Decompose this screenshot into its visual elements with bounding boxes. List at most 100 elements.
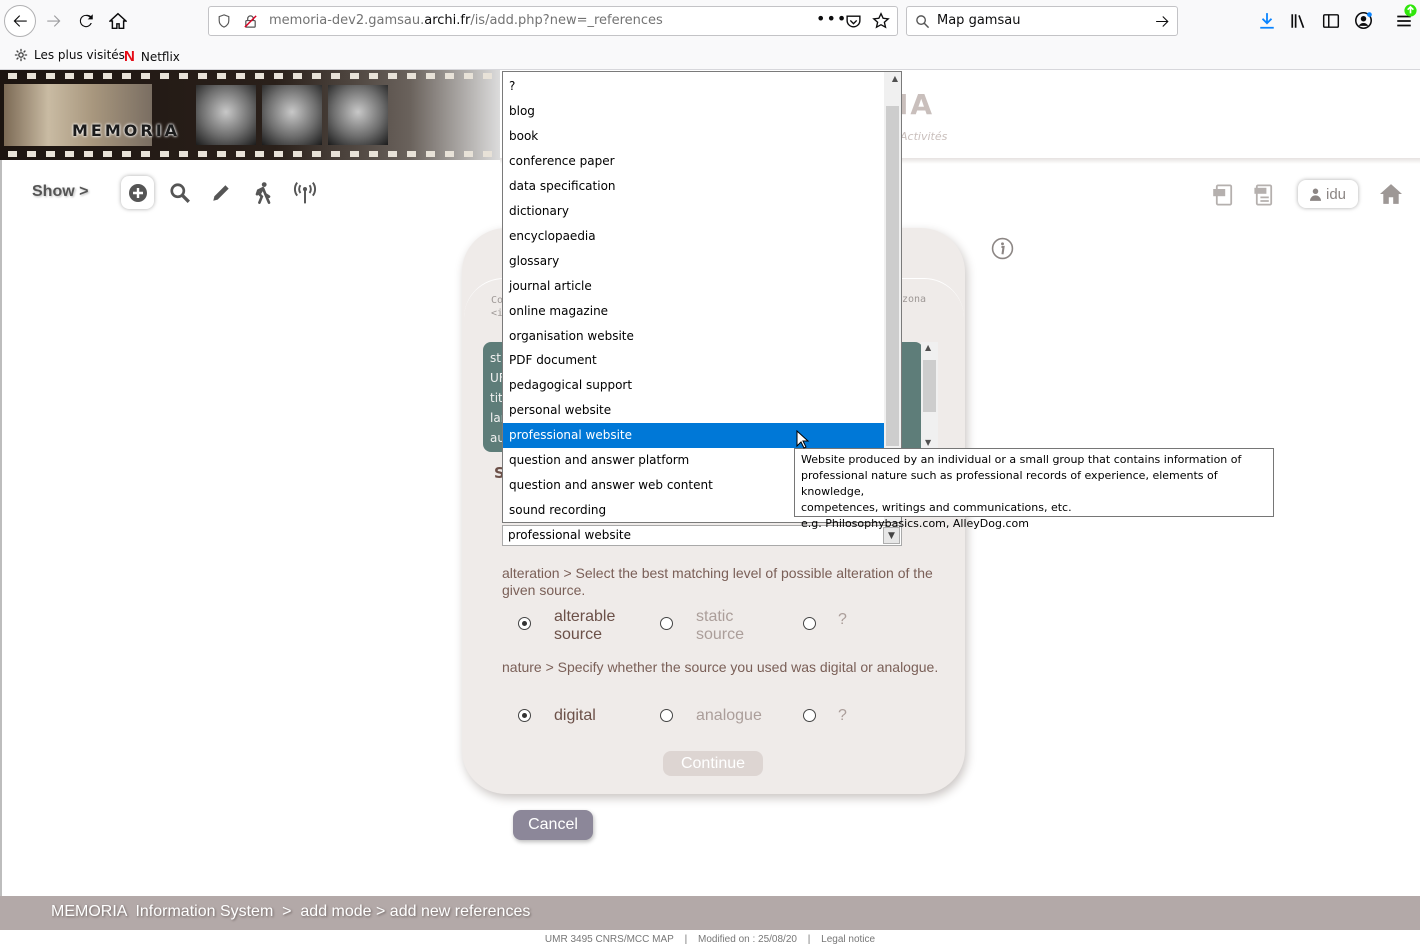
tooltip-line: e.g. Philosophybasics.com, AlleyDog.com [801, 517, 1029, 530]
library-icon[interactable] [1290, 12, 1308, 30]
film-perforation [141, 151, 150, 157]
info-icon[interactable] [991, 237, 1014, 260]
film-perforation [312, 73, 321, 79]
star-icon[interactable] [872, 12, 890, 30]
film-perforation [217, 73, 226, 79]
page-edge [0, 70, 2, 930]
dropdown-option[interactable]: conference paper [503, 149, 885, 174]
dropdown-option[interactable]: ? [503, 74, 885, 99]
film-perforation [103, 73, 112, 79]
film-perforation [236, 151, 245, 157]
search-text: Map gamsau [937, 13, 1021, 28]
plus-circle-icon [128, 183, 147, 202]
dropdown-option[interactable]: PDF document [503, 348, 885, 373]
dropdown-option[interactable]: professional website [503, 423, 885, 449]
pdf-list-icon[interactable] [1252, 183, 1276, 207]
breadcrumb[interactable]: MEMORIA Information System > add mode > … [51, 903, 530, 921]
memoria-logo-banner[interactable] [0, 70, 500, 160]
cancel-button[interactable]: Cancel [513, 810, 593, 840]
film-perforation [407, 73, 416, 79]
dropdown-scrollbar-thumb[interactable] [886, 106, 899, 446]
edit-button[interactable] [206, 178, 236, 208]
dropdown-option[interactable]: book [503, 124, 885, 149]
dropdown-option[interactable]: journal article [503, 274, 885, 299]
radio-alteration-unknown[interactable] [803, 617, 816, 630]
footer-credit[interactable]: UMR 3495 CNRS/MCC MAP [545, 934, 674, 945]
footer-separator: | [807, 934, 811, 945]
search-button[interactable] [165, 178, 195, 208]
label-static-source[interactable]: static source [696, 608, 756, 644]
home-button[interactable] [102, 5, 134, 37]
show-menu[interactable]: Show > [32, 183, 88, 201]
url-bar[interactable]: memoria-dev2.gamsau.archi.fr/is/add.php?… [208, 6, 898, 36]
preview-scrollbar-thumb[interactable] [923, 360, 936, 412]
label-alterable-source[interactable]: alterable source [554, 608, 634, 644]
film-perforation [350, 73, 359, 79]
legal-notice-link[interactable]: Legal notice [821, 934, 875, 945]
film-perforation [293, 151, 302, 157]
add-button[interactable] [121, 176, 154, 209]
radio-nature-unknown[interactable] [803, 709, 816, 722]
bookmark-most-visited[interactable]: Les plus visités [14, 48, 125, 62]
scroll-up-icon[interactable]: ▲ [892, 74, 898, 83]
dropdown-option[interactable]: blog [503, 99, 885, 124]
label-digital[interactable]: digital [554, 707, 596, 725]
dropdown-option[interactable]: pedagogical support [503, 373, 885, 398]
film-perforation [122, 151, 131, 157]
download-icon[interactable] [1258, 12, 1276, 30]
label-nature-unknown[interactable]: ? [838, 707, 847, 725]
page-actions-icon[interactable]: ••• [816, 9, 847, 28]
arrow-left-icon [13, 15, 27, 27]
film-perforation [388, 73, 397, 79]
bookmarks-toolbar [0, 42, 1420, 70]
footer-modified-date: Modified on : 25/08/20 [698, 934, 797, 945]
dropdown-option[interactable]: dictionary [503, 199, 885, 224]
bookmark-label: Les plus visités [34, 48, 125, 62]
film-perforation [274, 73, 283, 79]
tooltip-line: Website produced by an individual or a s… [801, 453, 1242, 466]
bookmark-netflix[interactable]: N Netflix [124, 48, 180, 65]
label-analogue[interactable]: analogue [696, 707, 762, 725]
user-name: idu [1325, 185, 1347, 203]
continue-button[interactable]: Continue [663, 751, 763, 776]
film-perforation [369, 73, 378, 79]
user-badge[interactable]: idu [1298, 180, 1358, 208]
film-perforation [293, 73, 302, 79]
pdf-export-icon[interactable] [1212, 183, 1236, 207]
dropdown-option[interactable]: glossary [503, 249, 885, 274]
film-perforation [46, 151, 55, 157]
film-perforation [255, 151, 264, 157]
dropdown-option[interactable]: organisation website [503, 324, 885, 349]
film-perforation [426, 151, 435, 157]
insecure-lock-icon[interactable] [243, 14, 258, 29]
pocket-icon[interactable] [845, 13, 862, 30]
film-perforation [445, 151, 454, 157]
account-icon[interactable] [1354, 11, 1373, 30]
label-alteration-unknown[interactable]: ? [838, 611, 847, 629]
radio-alterable-source[interactable] [518, 617, 531, 630]
reload-button[interactable] [70, 5, 102, 37]
dropdown-option[interactable]: data specification [503, 174, 885, 199]
radio-analogue[interactable] [660, 709, 673, 722]
radio-digital[interactable] [518, 709, 531, 722]
go-arrow-icon[interactable] [1154, 13, 1171, 30]
dropdown-option[interactable]: personal website [503, 398, 885, 423]
user-icon [1309, 188, 1321, 201]
scroll-up-icon[interactable]: ▲ [925, 343, 931, 352]
broadcast-button[interactable] [290, 178, 320, 208]
walk-button[interactable] [248, 178, 278, 208]
film-perforation [255, 73, 264, 79]
back-button[interactable] [4, 5, 36, 37]
home-icon[interactable] [1380, 184, 1402, 204]
footer-separator: | [684, 934, 688, 945]
scroll-down-icon[interactable]: ▼ [925, 438, 931, 447]
shield-icon[interactable] [217, 14, 231, 28]
logo-text: MEMORIA [72, 121, 181, 140]
dropdown-option[interactable]: online magazine [503, 299, 885, 324]
search-bar[interactable]: Map gamsau [906, 6, 1178, 36]
sidebar-icon[interactable] [1322, 12, 1340, 30]
dropdown-option[interactable]: encyclopaedia [503, 224, 885, 249]
film-perforation [217, 151, 226, 157]
forward-button[interactable] [38, 5, 70, 37]
radio-static-source[interactable] [660, 617, 673, 630]
